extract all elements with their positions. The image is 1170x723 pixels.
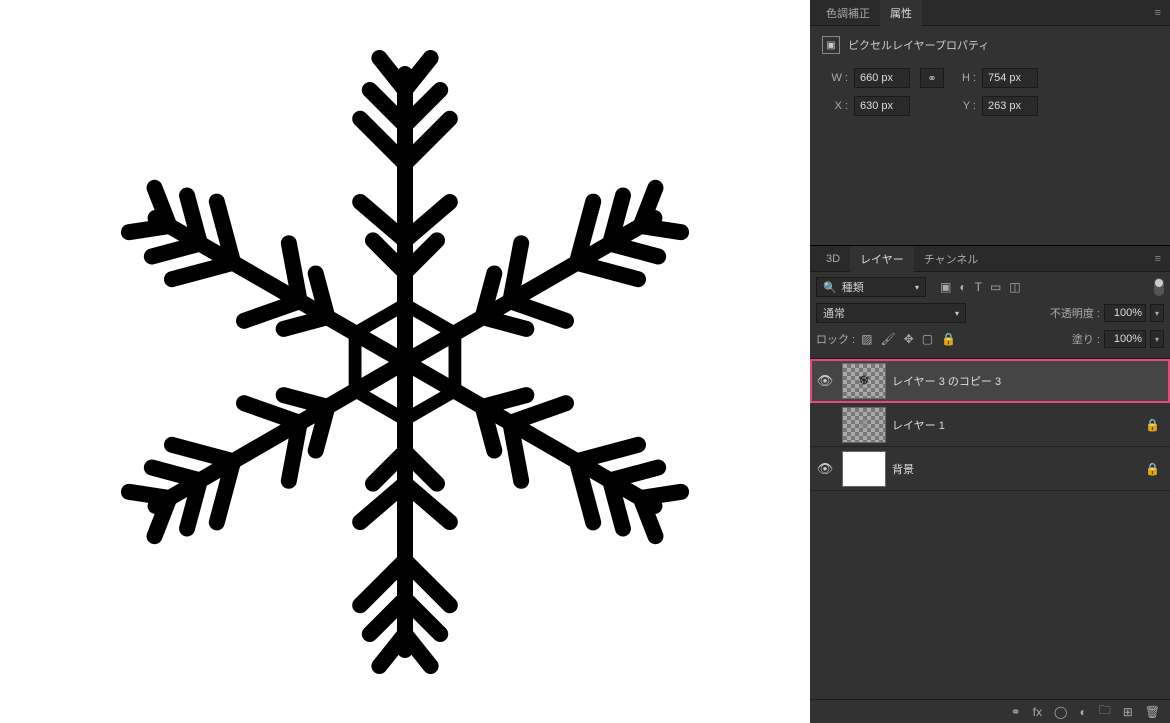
lock-position-icon[interactable]: ✥ xyxy=(904,332,914,346)
opacity-label: 不透明度 : xyxy=(1050,305,1100,321)
layer-name[interactable]: レイヤー 1 xyxy=(892,417,1139,433)
w-label: W : xyxy=(826,72,848,84)
x-input[interactable] xyxy=(854,96,910,116)
fx-icon[interactable]: fx xyxy=(1033,705,1042,719)
panel-menu-icon[interactable]: ≡ xyxy=(1155,7,1162,19)
fill-dropdown[interactable]: ▾ xyxy=(1150,330,1164,348)
layers-bottom-toolbar: ⚭ fx ◯ ◐ 🗀 ⊞ 🗑 xyxy=(810,699,1170,723)
opacity-input[interactable] xyxy=(1104,304,1146,322)
snowflake-icon: ❄ xyxy=(858,416,870,433)
fill-label: 塗り : xyxy=(1072,331,1100,347)
chevron-down-icon: ▾ xyxy=(915,283,919,292)
blend-mode-value: 通常 xyxy=(823,305,845,321)
delete-icon[interactable]: 🗑 xyxy=(1145,705,1160,719)
visibility-toggle[interactable]: 👁 xyxy=(814,373,836,389)
layer-kind-select[interactable]: 🔍 種類 ▾ xyxy=(816,277,926,297)
eye-icon: 👁 xyxy=(817,461,834,477)
visibility-toggle[interactable]: 👁 xyxy=(814,461,836,477)
x-label: X : xyxy=(826,100,848,112)
layer-thumbnail[interactable]: ❄ xyxy=(842,407,886,443)
tab-channels[interactable]: チャンネル xyxy=(914,246,989,272)
filter-shape-icon[interactable]: ▭ xyxy=(990,280,1001,294)
layer-row[interactable]: ❄ レイヤー 1 🔒 xyxy=(810,403,1170,447)
snowflake-shape xyxy=(85,12,725,712)
tab-layers[interactable]: レイヤー xyxy=(850,246,914,272)
opacity-dropdown[interactable]: ▾ xyxy=(1150,304,1164,322)
y-input[interactable] xyxy=(982,96,1038,116)
layers-controls: 🔍 種類 ▾ ▣ ◐ T ▭ ◫ 通常 ▾ xyxy=(810,272,1170,359)
layer-thumbnail[interactable] xyxy=(842,451,886,487)
tab-properties[interactable]: 属性 xyxy=(880,0,922,26)
layer-row[interactable]: 👁 ❄ レイヤー 3 のコピー 3 xyxy=(810,359,1170,403)
lock-artboard-icon[interactable]: ▢ xyxy=(922,332,933,346)
kind-label: 種類 xyxy=(842,279,864,295)
layers-panel-menu-icon[interactable]: ≡ xyxy=(1155,253,1162,265)
h-label: H : xyxy=(954,72,976,84)
chevron-down-icon: ▾ xyxy=(955,309,959,318)
mask-icon[interactable]: ◯ xyxy=(1054,705,1067,719)
layer-filter-icons: ▣ ◐ T ▭ ◫ xyxy=(940,280,1021,294)
filter-image-icon[interactable]: ▣ xyxy=(940,280,951,294)
filter-smart-icon[interactable]: ◫ xyxy=(1009,280,1020,294)
properties-title: ピクセルレイヤープロパティ xyxy=(848,37,989,53)
layer-row[interactable]: 👁 背景 🔒 xyxy=(810,447,1170,491)
layers-tab-bar: 3D レイヤー チャンネル ≡ xyxy=(810,246,1170,272)
lock-transparency-icon[interactable]: ▨ xyxy=(861,332,872,346)
properties-panel: 色調補正 属性 ≡ ▣ ピクセルレイヤープロパティ W : ⚭ H : X : … xyxy=(810,0,1170,246)
new-layer-icon[interactable]: ⊞ xyxy=(1123,705,1133,719)
link-layers-icon[interactable]: ⚭ xyxy=(1011,705,1021,719)
y-label: Y : xyxy=(954,100,976,112)
layer-list: 👁 ❄ レイヤー 3 のコピー 3 ❄ レイヤー 1 🔒 👁 背景 🔒 xyxy=(810,359,1170,699)
tab-3d[interactable]: 3D xyxy=(816,248,850,270)
filter-toggle[interactable] xyxy=(1154,278,1164,296)
snowflake-icon: ❄ xyxy=(858,372,870,389)
lock-icon: 🔒 xyxy=(1145,418,1160,432)
filter-adjust-icon[interactable]: ◐ xyxy=(959,280,966,294)
canvas[interactable] xyxy=(0,0,810,723)
layer-name[interactable]: 背景 xyxy=(892,461,1139,477)
eye-icon: 👁 xyxy=(817,373,834,389)
pixel-layer-icon: ▣ xyxy=(822,36,840,54)
layer-thumbnail[interactable]: ❄ xyxy=(842,363,886,399)
blend-mode-select[interactable]: 通常 ▾ xyxy=(816,303,966,323)
properties-tab-bar: 色調補正 属性 ≡ xyxy=(810,0,1170,26)
lock-all-icon[interactable]: 🔒 xyxy=(941,332,956,346)
adjustment-icon[interactable]: ◐ xyxy=(1079,705,1086,719)
lock-icon: 🔒 xyxy=(1145,462,1160,476)
lock-paint-icon[interactable]: 🖌 xyxy=(880,332,895,346)
fill-input[interactable] xyxy=(1104,330,1146,348)
lock-label: ロック : xyxy=(816,331,855,347)
link-wh-icon[interactable]: ⚭ xyxy=(920,68,944,88)
layers-panel: 3D レイヤー チャンネル ≡ 🔍 種類 ▾ ▣ ◐ T ▭ ◫ xyxy=(810,246,1170,723)
tab-tone-correction[interactable]: 色調補正 xyxy=(816,0,880,26)
properties-body: ▣ ピクセルレイヤープロパティ W : ⚭ H : X : Y : xyxy=(810,26,1170,134)
width-input[interactable] xyxy=(854,68,910,88)
right-panels: 色調補正 属性 ≡ ▣ ピクセルレイヤープロパティ W : ⚭ H : X : … xyxy=(810,0,1170,723)
search-icon: 🔍 xyxy=(823,281,837,294)
group-icon[interactable]: 🗀 xyxy=(1099,701,1111,722)
height-input[interactable] xyxy=(982,68,1038,88)
layer-name[interactable]: レイヤー 3 のコピー 3 xyxy=(892,373,1166,389)
filter-type-icon[interactable]: T xyxy=(975,280,982,294)
